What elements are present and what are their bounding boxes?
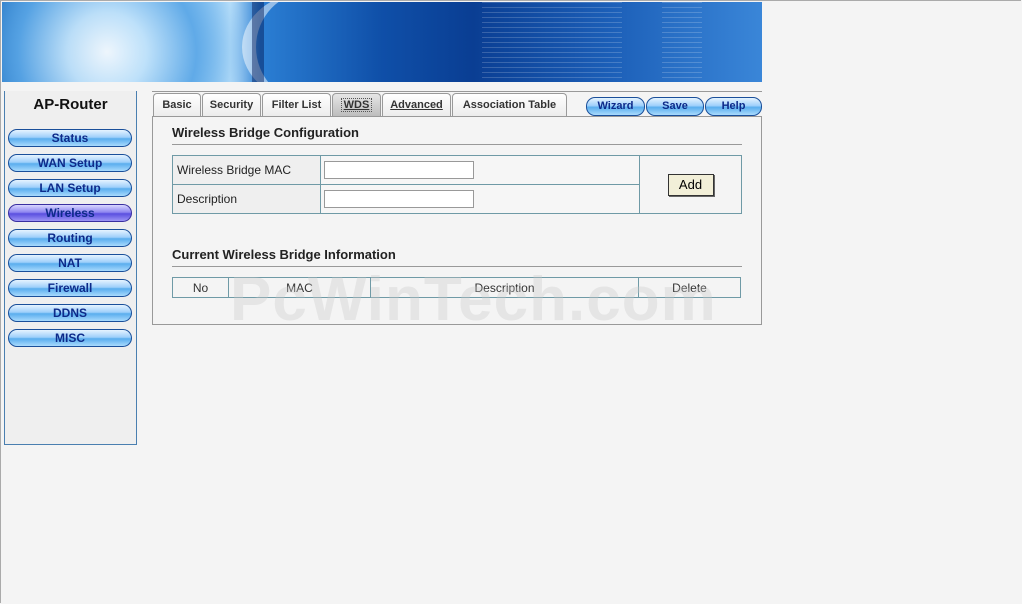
tab-wds-label: WDS xyxy=(340,98,373,112)
column-header-delete: Delete xyxy=(638,277,741,298)
tab-security-label: Security xyxy=(209,99,254,111)
tab-wds[interactable]: WDS xyxy=(332,93,381,116)
sidebar-item-wireless[interactable]: Wireless xyxy=(8,204,132,222)
tab-advanced[interactable]: Advanced xyxy=(382,93,451,116)
sidebar-item-wan-setup[interactable]: WAN Setup xyxy=(8,154,132,172)
tab-basic[interactable]: Basic xyxy=(153,93,201,116)
config-section-title: Wireless Bridge Configuration xyxy=(172,125,359,140)
bridge-info-table: No MAC Description Delete xyxy=(172,277,741,298)
sidebar-item-firewall[interactable]: Firewall xyxy=(8,279,132,297)
add-button[interactable]: Add xyxy=(667,173,714,196)
bridge-config-table: Wireless Bridge MAC Add Description xyxy=(172,155,742,214)
sidebar-item-ddns[interactable]: DDNS xyxy=(8,304,132,322)
tab-association-table-label: Association Table xyxy=(462,99,557,111)
tab-basic-label: Basic xyxy=(162,99,192,111)
table-header-row: No MAC Description Delete xyxy=(172,277,741,298)
sidebar-item-nat[interactable]: NAT xyxy=(8,254,132,272)
wizard-button[interactable]: Wizard xyxy=(586,97,645,116)
tab-security[interactable]: Security xyxy=(202,93,261,116)
column-header-mac: MAC xyxy=(228,277,371,298)
help-button[interactable]: Help xyxy=(705,97,762,116)
mac-input[interactable] xyxy=(324,161,474,179)
sidebar-item-status[interactable]: Status xyxy=(8,129,132,147)
save-button[interactable]: Save xyxy=(646,97,704,116)
sidebar-item-routing[interactable]: Routing xyxy=(8,229,132,247)
column-header-description: Description xyxy=(370,277,639,298)
column-header-no: No xyxy=(172,277,229,298)
globe-graphic xyxy=(2,2,272,82)
description-label: Description xyxy=(172,184,321,214)
tab-filter-list[interactable]: Filter List xyxy=(262,93,331,116)
description-input[interactable] xyxy=(324,190,474,208)
tab-advanced-label: Advanced xyxy=(390,99,443,111)
mac-label: Wireless Bridge MAC xyxy=(172,155,321,185)
info-section-title: Current Wireless Bridge Information xyxy=(172,247,396,262)
brand-title: AP-Router xyxy=(33,96,108,113)
tab-filter-list-label: Filter List xyxy=(271,99,322,111)
header-banner xyxy=(2,2,762,82)
tab-association-table[interactable]: Association Table xyxy=(452,93,567,116)
sidebar-item-lan-setup[interactable]: LAN Setup xyxy=(8,179,132,197)
sidebar-item-misc[interactable]: MISC xyxy=(8,329,132,347)
